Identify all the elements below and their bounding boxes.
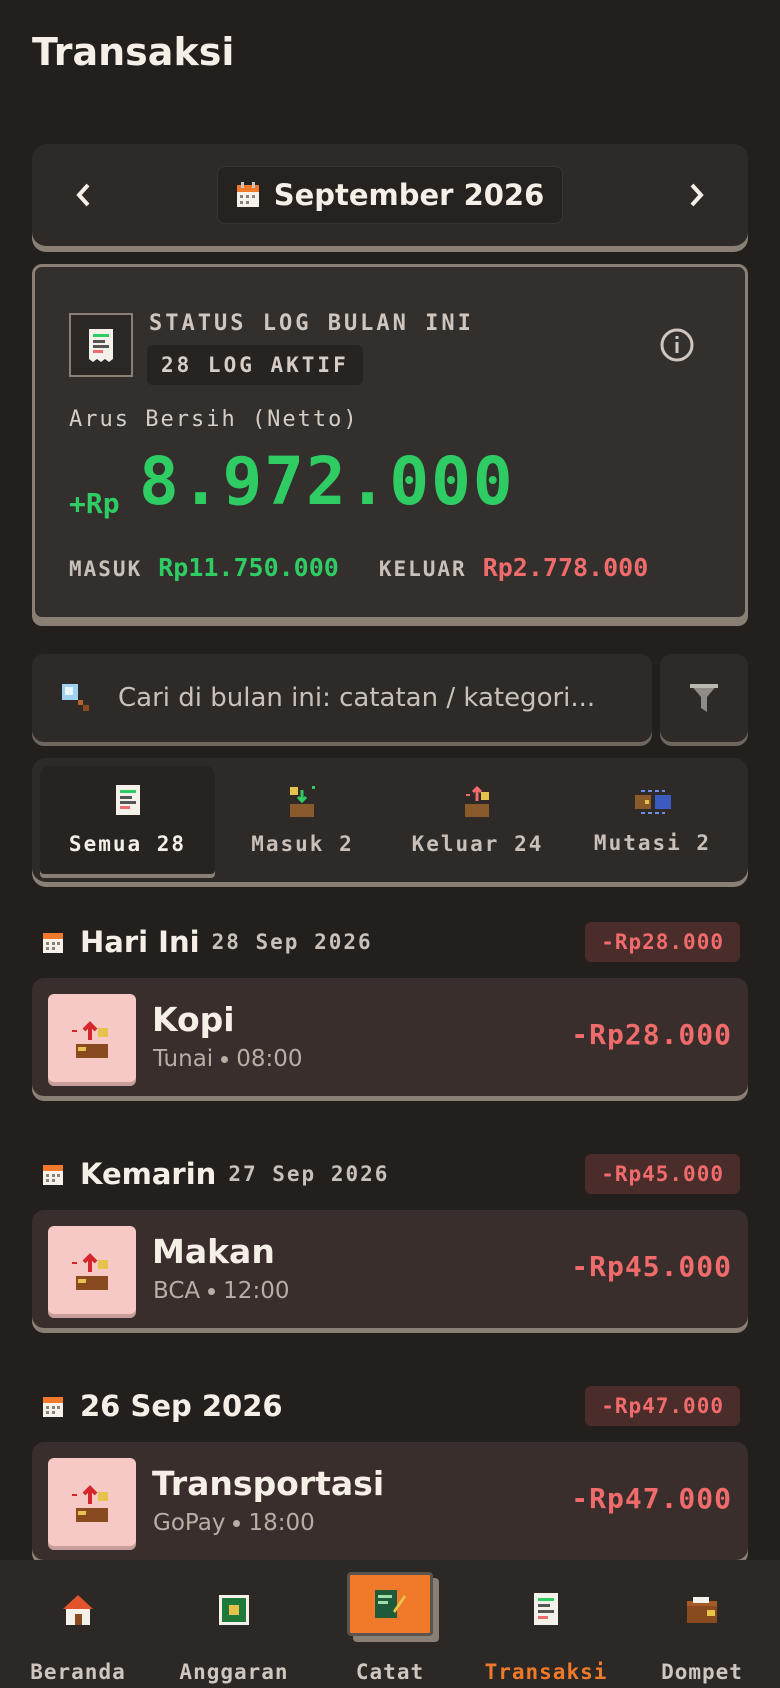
expense-label: KELUAR xyxy=(378,557,467,581)
log-icon-box xyxy=(69,313,133,377)
note-icon xyxy=(375,1590,406,1618)
income-value: Rp11.750.000 xyxy=(158,553,339,582)
group-total: -Rp28.000 xyxy=(585,922,740,962)
transaction-wallet: Tunai xyxy=(153,1046,214,1072)
separator-dot xyxy=(233,1519,241,1527)
expense-icon xyxy=(48,994,136,1082)
status-card: STATUS LOG BULAN INI 28 LOG AKTIF Arus B… xyxy=(32,264,748,620)
bottom-nav: Beranda Anggaran Catat Transaksi Dompet xyxy=(0,1560,780,1688)
chevron-left-icon xyxy=(76,183,90,207)
transaction-wallet: GoPay xyxy=(153,1510,226,1536)
transaction-meta: GoPay 18:00 xyxy=(153,1510,315,1536)
tab-label: Keluar 24 xyxy=(411,832,544,856)
transaction-time: 12:00 xyxy=(223,1278,290,1304)
month-selector: September 2026 xyxy=(32,144,748,246)
filter-tabs: Semua 28 Masuk 2 Keluar 24 Mutasi 2 xyxy=(32,758,748,882)
nav-label: Anggaran xyxy=(179,1660,289,1684)
tab-label: Masuk 2 xyxy=(251,832,354,856)
transaction-time: 08:00 xyxy=(236,1046,303,1072)
group-header: Hari Ini 28 Sep 2026 -Rp28.000 xyxy=(42,918,740,966)
nav-catat[interactable]: Catat xyxy=(312,1560,468,1688)
tab-label: Semua 28 xyxy=(68,832,187,856)
expense-icon xyxy=(48,1458,136,1546)
receipt-icon xyxy=(115,785,140,815)
group-total: -Rp45.000 xyxy=(585,1154,740,1194)
calendar-icon xyxy=(236,182,259,207)
netto-value: 8.972.000 xyxy=(139,443,515,520)
calendar-icon xyxy=(43,1165,63,1185)
group-title: Hari Ini xyxy=(80,925,200,959)
transaction-name: Kopi xyxy=(152,1000,235,1039)
wallet-icon xyxy=(687,1597,717,1623)
month-label: September 2026 xyxy=(273,178,545,212)
transaction-name: Makan xyxy=(152,1232,275,1271)
home-icon xyxy=(63,1595,93,1625)
month-picker[interactable]: September 2026 xyxy=(216,166,564,224)
tab-keluar[interactable]: Keluar 24 xyxy=(390,766,565,874)
tab-semua[interactable]: Semua 28 xyxy=(40,766,215,874)
group-header: 26 Sep 2026 -Rp47.000 xyxy=(42,1382,740,1430)
transfer-icon xyxy=(634,790,671,814)
next-month-button[interactable] xyxy=(666,165,726,225)
transaction-item[interactable]: Kopi Tunai 08:00 -Rp28.000 xyxy=(32,978,748,1096)
nav-label: Transaksi xyxy=(484,1660,608,1684)
nav-label: Dompet xyxy=(661,1660,743,1684)
receipt-icon xyxy=(534,1593,558,1625)
status-title: STATUS LOG BULAN INI xyxy=(149,311,474,336)
income-label: MASUK xyxy=(69,557,143,581)
active-log-badge: 28 LOG AKTIF xyxy=(147,345,363,385)
group-title: 26 Sep 2026 xyxy=(80,1389,283,1423)
prev-month-button[interactable] xyxy=(54,165,114,225)
expense-icon xyxy=(48,1226,136,1314)
expense-icon xyxy=(464,785,489,817)
transaction-meta: Tunai 08:00 xyxy=(153,1046,303,1072)
income-icon xyxy=(289,786,315,817)
transaction-amount: -Rp28.000 xyxy=(571,1018,732,1051)
group-date: 28 Sep 2026 xyxy=(211,930,373,954)
netto-label: Arus Bersih (Netto) xyxy=(69,407,359,432)
nav-anggaran[interactable]: Anggaran xyxy=(156,1560,312,1688)
group-title: Kemarin xyxy=(80,1157,217,1191)
group-total: -Rp47.000 xyxy=(585,1386,740,1426)
tab-label: Mutasi 2 xyxy=(593,831,712,855)
nav-transaksi[interactable]: Transaksi xyxy=(468,1560,624,1688)
budget-icon xyxy=(219,1595,249,1625)
calendar-icon xyxy=(43,933,63,953)
nav-beranda[interactable]: Beranda xyxy=(0,1560,156,1688)
transaction-item[interactable]: Transportasi GoPay 18:00 -Rp47.000 xyxy=(32,1442,748,1560)
nav-label: Catat xyxy=(355,1660,425,1684)
chevron-right-icon xyxy=(690,183,704,207)
group-header: Kemarin 27 Sep 2026 -Rp45.000 xyxy=(42,1150,740,1198)
transaction-item[interactable]: Makan BCA 12:00 -Rp45.000 xyxy=(32,1210,748,1328)
filter-icon xyxy=(690,684,718,712)
nav-label: Beranda xyxy=(30,1660,126,1684)
transaction-meta: BCA 12:00 xyxy=(153,1278,289,1304)
expense-value: Rp2.778.000 xyxy=(482,553,649,582)
info-icon[interactable] xyxy=(659,327,695,367)
transaction-wallet: BCA xyxy=(153,1278,201,1304)
tab-mutasi[interactable]: Mutasi 2 xyxy=(565,766,740,874)
search-bar xyxy=(32,654,652,742)
cash-flow-row: MASUK Rp11.750.000 KELUAR Rp2.778.000 xyxy=(69,553,648,582)
receipt-icon xyxy=(89,329,113,362)
calendar-icon xyxy=(43,1397,63,1417)
nav-dompet[interactable]: Dompet xyxy=(624,1560,780,1688)
group-date: 27 Sep 2026 xyxy=(228,1162,390,1186)
transaction-time: 18:00 xyxy=(248,1510,315,1536)
catat-button[interactable] xyxy=(347,1572,433,1636)
search-input[interactable] xyxy=(118,683,618,713)
transaction-name: Transportasi xyxy=(152,1464,385,1503)
transaction-amount: -Rp47.000 xyxy=(571,1482,732,1515)
page-title: Transaksi xyxy=(32,30,235,74)
netto-prefix: +Rp xyxy=(69,487,120,520)
search-icon xyxy=(62,684,89,711)
separator-dot xyxy=(221,1055,229,1063)
filter-button[interactable] xyxy=(660,654,748,742)
tab-masuk[interactable]: Masuk 2 xyxy=(215,766,390,874)
transaction-amount: -Rp45.000 xyxy=(571,1250,732,1283)
separator-dot xyxy=(208,1287,216,1295)
